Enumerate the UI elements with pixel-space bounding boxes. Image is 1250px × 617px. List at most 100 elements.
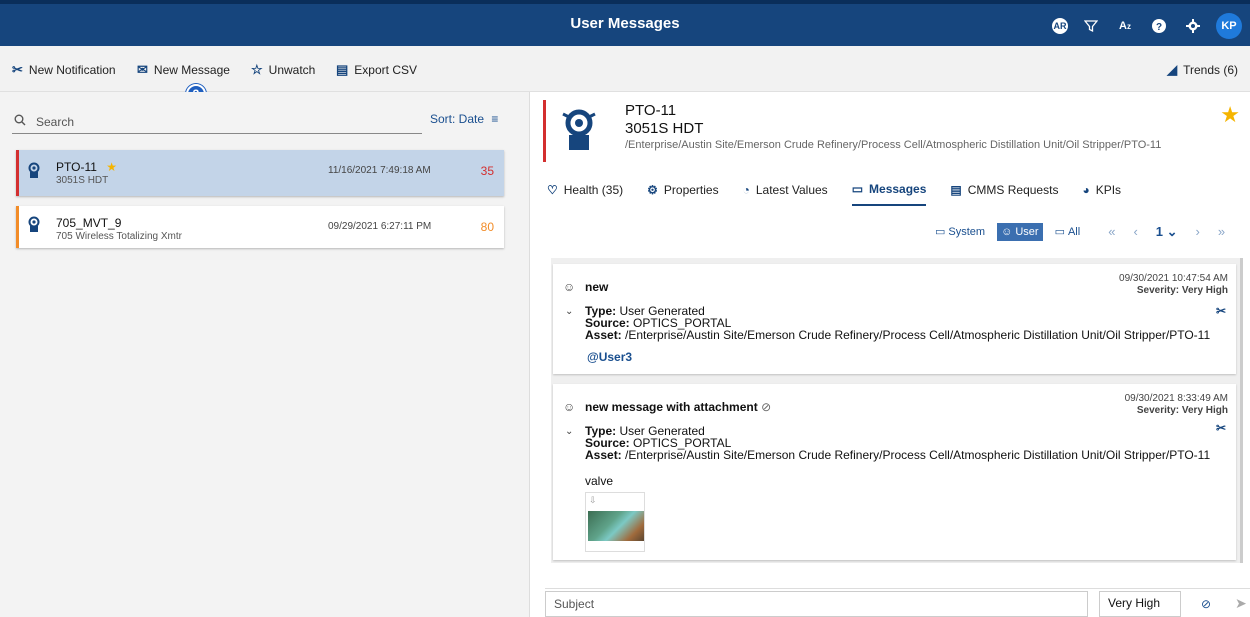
asset-count: 35 xyxy=(480,164,494,178)
gears-icon: ⚙ xyxy=(647,183,658,197)
area-chart-icon: ◢ xyxy=(1167,62,1178,77)
asset-date: 11/16/2021 7:49:18 AM xyxy=(328,165,431,176)
tools-icon[interactable]: ✂ xyxy=(1216,304,1226,318)
search-box[interactable]: Search xyxy=(12,110,422,134)
sort-control[interactable]: Sort: Date ≡ xyxy=(430,112,498,126)
asset-list-item[interactable]: PTO-11 ★ 3051S HDT 11/16/2021 7:49:18 AM… xyxy=(16,150,504,196)
prev-page-icon[interactable]: ‹ xyxy=(1133,224,1137,240)
asset-model-title: 3051S HDT xyxy=(625,120,704,137)
tab-messages[interactable]: ▭ Messages xyxy=(851,182,927,206)
star-icon: ★ xyxy=(106,160,118,174)
tab-properties[interactable]: ⚙ Properties xyxy=(647,182,718,206)
filter-system-button[interactable]: ▭ System xyxy=(931,222,989,241)
page-number: 1 xyxy=(1155,223,1164,239)
next-page-icon[interactable]: › xyxy=(1196,224,1200,240)
chat-icon: ▭ xyxy=(1054,226,1065,238)
chevron-down-icon[interactable]: ⌄ xyxy=(565,426,573,437)
chevron-down-icon[interactable]: ⌄ xyxy=(565,306,573,317)
trends-label: Trends (6) xyxy=(1183,63,1238,77)
sort-az-icon[interactable]: Az xyxy=(1114,15,1136,37)
status-accent xyxy=(16,206,19,248)
message-filters: ▭ System ☺ User ▭ All « ‹ 1 ⌄ › » xyxy=(931,222,1225,241)
gauge-icon: ◔ xyxy=(742,183,750,197)
message-list: ☺ new 09/30/2021 10:47:54 AM Severity: V… xyxy=(551,258,1243,563)
chevron-down-icon: ⌄ xyxy=(1112,610,1123,617)
message-title: new message with attachment ⊘ xyxy=(585,400,771,414)
tab-label: Properties xyxy=(663,183,719,197)
sort-label: Sort: Date xyxy=(430,112,485,126)
filter-label: User xyxy=(1015,225,1039,238)
filter-all-button[interactable]: ▭ All xyxy=(1051,222,1085,241)
message-asset: Asset: /Enterprise/Austin Site/Emerson C… xyxy=(585,328,1210,342)
last-page-icon[interactable]: » xyxy=(1218,224,1225,240)
transmitter-icon xyxy=(26,162,42,185)
search-input[interactable]: Search xyxy=(36,115,74,129)
top-bar-icons: AR Az ? KP xyxy=(1052,13,1242,39)
new-message-button[interactable]: ✉ New Message xyxy=(137,62,230,78)
ar-icon[interactable]: AR xyxy=(1052,18,1068,34)
transmitter-icon xyxy=(559,108,599,161)
tab-label: KPIs xyxy=(1095,183,1122,197)
tab-label: Latest Values xyxy=(755,183,828,197)
search-icon xyxy=(14,114,26,129)
svg-text:?: ? xyxy=(1156,22,1162,33)
user-mention[interactable]: @User3 xyxy=(587,350,632,364)
tab-label: CMMS Requests xyxy=(967,183,1059,197)
settings-icon[interactable] xyxy=(1182,15,1204,37)
asset-date: 09/29/2021 6:27:11 PM xyxy=(328,221,432,232)
send-icon[interactable]: ➤ xyxy=(1235,595,1247,612)
user-group-icon: ☺ xyxy=(563,400,576,414)
paperclip-icon[interactable]: ⊘ xyxy=(1201,597,1211,611)
chevron-down-icon: ⌄ xyxy=(1166,223,1178,239)
message-date: 09/30/2021 8:33:49 AM xyxy=(1124,393,1228,404)
subject-input[interactable]: Subject xyxy=(545,591,1088,617)
asset-value: /Enterprise/Austin Site/Emerson Crude Re… xyxy=(625,328,1211,342)
tab-cmms-requests[interactable]: ▤ CMMS Requests xyxy=(950,182,1058,206)
asset-count: 80 xyxy=(480,220,494,234)
severity-value: Very High xyxy=(1108,596,1161,610)
status-accent xyxy=(543,100,546,162)
asset-name: PTO-11 ★ xyxy=(56,160,117,174)
download-icon[interactable]: ⇩ xyxy=(589,495,597,506)
user-avatar[interactable]: KP xyxy=(1216,13,1242,39)
top-bar: User Messages AR Az ? KP xyxy=(0,0,1250,46)
new-notification-button[interactable]: ✂ New Notification xyxy=(12,62,116,78)
favorite-star-icon[interactable]: ★ xyxy=(1220,102,1240,128)
message-card[interactable]: ☺ new message with attachment ⊘ 09/30/20… xyxy=(553,384,1236,560)
asset-label: Asset: xyxy=(585,448,622,462)
message-body: valve xyxy=(585,474,614,488)
user-group-icon: ☺ xyxy=(563,280,576,294)
unwatch-button[interactable]: ☆ Unwatch xyxy=(251,62,315,78)
export-csv-label: Export CSV xyxy=(354,63,417,77)
monitor-icon: ▭ xyxy=(935,226,946,238)
new-message-icon: ✉ xyxy=(137,62,148,77)
page-select[interactable]: 1 ⌄ xyxy=(1156,224,1178,240)
severity-select[interactable]: Very High ⌄ xyxy=(1099,591,1181,617)
document-icon: ▤ xyxy=(336,62,349,77)
tab-health[interactable]: ♡ Health (35) xyxy=(547,182,623,206)
unwatch-label: Unwatch xyxy=(268,63,316,77)
tools-icon[interactable]: ✂ xyxy=(1216,421,1226,435)
tab-kpis[interactable]: ◕ KPIs xyxy=(1082,182,1121,206)
tab-latest-values[interactable]: ◔ Latest Values xyxy=(743,182,828,206)
tools-icon: ✂ xyxy=(12,62,23,77)
help-icon[interactable]: ? xyxy=(1148,15,1170,37)
asset-title: PTO-11 xyxy=(625,102,677,119)
detail-tabs: ♡ Health (35) ⚙ Properties ◔ Latest Valu… xyxy=(547,182,1121,206)
trends-button[interactable]: ◢ Trends (6) xyxy=(1167,62,1238,78)
clipboard-icon: ▤ xyxy=(950,183,962,197)
message-card[interactable]: ☺ new 09/30/2021 10:47:54 AM Severity: V… xyxy=(553,264,1236,374)
message-icon: ▭ xyxy=(851,182,864,196)
filter-label: System xyxy=(948,225,986,238)
attachment-thumbnail[interactable]: ⇩ xyxy=(585,492,645,552)
message-title: new xyxy=(585,280,609,294)
export-csv-button[interactable]: ▤ Export CSV xyxy=(336,62,417,78)
status-accent xyxy=(16,150,19,196)
filter-icon[interactable] xyxy=(1080,15,1102,37)
asset-list-panel: Search Sort: Date ≡ PTO-11 ★ 3051S HDT 1… xyxy=(0,92,530,617)
asset-list-item[interactable]: 705_MVT_9 705 Wireless Totalizing Xmtr 0… xyxy=(16,206,504,248)
filter-user-button[interactable]: ☺ User xyxy=(997,222,1043,241)
asset-model: 3051S HDT xyxy=(56,175,109,186)
paperclip-icon: ⊘ xyxy=(761,400,772,414)
first-page-icon[interactable]: « xyxy=(1108,224,1115,240)
